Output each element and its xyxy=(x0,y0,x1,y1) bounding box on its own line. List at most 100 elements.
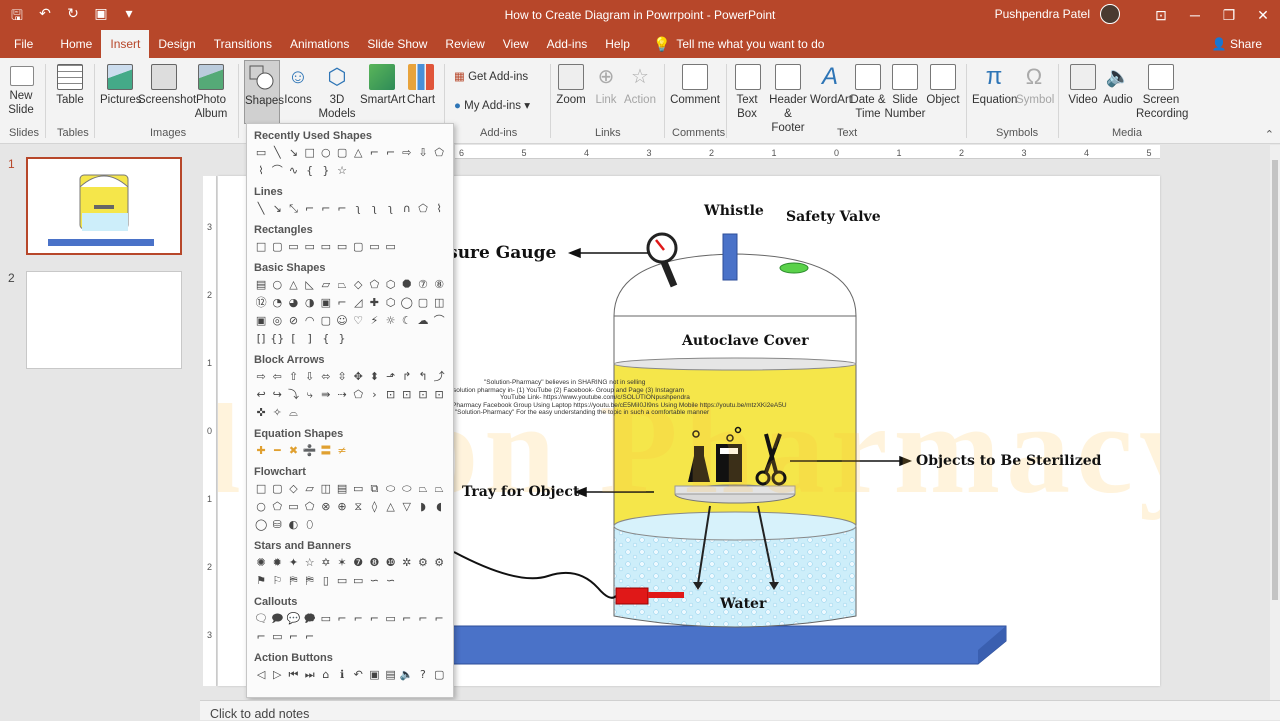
wordart-button[interactable]: A WordArt xyxy=(810,60,852,107)
shape-item[interactable]: ▢ xyxy=(318,313,334,329)
shape-item[interactable]: [ xyxy=(285,331,301,347)
shape-item[interactable]: ▭ xyxy=(269,629,285,645)
shape-item[interactable]: ↶ xyxy=(350,667,366,683)
tab-home[interactable]: Home xyxy=(51,30,101,58)
shape-item[interactable]: ⊕ xyxy=(334,499,350,515)
shape-item[interactable]: ⊡ xyxy=(399,387,415,403)
shape-item[interactable]: ▤ xyxy=(253,277,269,293)
shape-item[interactable]: ↪ xyxy=(269,387,285,403)
shape-item[interactable]: ▭ xyxy=(383,611,399,627)
shape-item[interactable]: ⛿ xyxy=(285,573,301,589)
shape-item[interactable]: 🗭 xyxy=(302,611,318,627)
shape-item[interactable]: ☆ xyxy=(302,555,318,571)
shape-item[interactable]: [] xyxy=(253,331,269,347)
shape-item[interactable]: ⑫ xyxy=(253,295,269,311)
shape-item[interactable]: ⇨ xyxy=(253,369,269,385)
shape-item[interactable]: ◖ xyxy=(431,499,447,515)
tab-design[interactable]: Design xyxy=(149,30,204,58)
shape-item[interactable]: ↩ xyxy=(253,387,269,403)
shape-item[interactable]: ✹ xyxy=(269,555,285,571)
shape-item[interactable]: ↰ xyxy=(415,369,431,385)
shape-item[interactable]: ⏮ xyxy=(285,667,301,683)
shape-item[interactable]: ⌐ xyxy=(334,201,350,217)
shape-item[interactable]: □ xyxy=(253,239,269,255)
shape-item[interactable]: ⌐ xyxy=(302,629,318,645)
photo-album-button[interactable]: Photo Album xyxy=(192,60,230,121)
shape-item[interactable]: ✲ xyxy=(399,555,415,571)
shape-item[interactable]: ⬠ xyxy=(302,499,318,515)
shape-item[interactable]: {} xyxy=(269,331,285,347)
shape-item[interactable]: ✖ xyxy=(285,443,301,459)
shape-item[interactable]: ] xyxy=(302,331,318,347)
shape-item[interactable]: ∽ xyxy=(383,573,399,589)
shape-item[interactable]: ▭ xyxy=(285,239,301,255)
shape-item[interactable]: ⯃ xyxy=(399,277,415,293)
shape-item[interactable]: ╲ xyxy=(269,145,285,161)
date-time-button[interactable]: Date & Time xyxy=(850,60,886,121)
shape-item[interactable]: ∽ xyxy=(366,573,382,589)
shape-item[interactable]: ◫ xyxy=(431,295,447,311)
shape-item[interactable]: ⌇ xyxy=(253,163,269,179)
shape-item[interactable]: ⬍ xyxy=(366,369,382,385)
shape-item[interactable]: ▭ xyxy=(253,145,269,161)
shape-item[interactable]: ⚙ xyxy=(431,555,447,571)
shape-item[interactable]: ⏭ xyxy=(302,667,318,683)
shape-item[interactable]: ◎ xyxy=(269,313,285,329)
shape-item[interactable]: ʅ xyxy=(383,201,399,217)
shape-item[interactable]: ▢ xyxy=(269,239,285,255)
shape-item[interactable]: { xyxy=(302,163,318,179)
shape-item[interactable]: ⌂ xyxy=(318,667,334,683)
shape-item[interactable]: ◁ xyxy=(253,667,269,683)
shape-item[interactable]: ╲ xyxy=(253,201,269,217)
tell-me-box[interactable]: 💡 Tell me what you want to do xyxy=(639,30,825,58)
shape-item[interactable]: ➗ xyxy=(302,443,318,459)
shape-item[interactable]: ◕ xyxy=(285,295,301,311)
shape-item[interactable]: 🗨 xyxy=(253,611,269,627)
shape-item[interactable]: ⇳ xyxy=(334,369,350,385)
shape-item[interactable]: ⑦ xyxy=(415,277,431,293)
shape-item[interactable]: ▭ xyxy=(285,499,301,515)
shape-item[interactable]: ▣ xyxy=(318,295,334,311)
shape-item[interactable]: ʅ xyxy=(366,201,382,217)
shape-item[interactable]: ▣ xyxy=(366,667,382,683)
shape-item[interactable]: } xyxy=(318,163,334,179)
shape-item[interactable]: ? xyxy=(415,667,431,683)
slide-number-button[interactable]: Slide Number xyxy=(884,60,926,121)
shape-item[interactable]: ☆ xyxy=(334,163,350,179)
tab-review[interactable]: Review xyxy=(436,30,493,58)
shape-item[interactable]: ⤡ xyxy=(285,201,301,217)
comment-button[interactable]: Comment xyxy=(670,60,720,107)
zoom-button[interactable]: Zoom xyxy=(556,60,586,107)
minimize-icon[interactable]: ─ xyxy=(1178,0,1212,30)
icons-button[interactable]: ☺ Icons xyxy=(282,60,314,107)
object-button[interactable]: Object xyxy=(926,60,960,107)
restore-icon[interactable]: ❐ xyxy=(1212,0,1246,30)
shape-item[interactable]: ⌇ xyxy=(431,201,447,217)
shape-item[interactable]: ⌐ xyxy=(366,611,382,627)
symbol-button[interactable]: Ω Symbol xyxy=(1016,60,1054,107)
shape-item[interactable]: ◺ xyxy=(302,277,318,293)
shape-item[interactable]: ▤ xyxy=(334,481,350,497)
shape-item[interactable]: ▢ xyxy=(269,481,285,497)
shape-item[interactable]: ⇧ xyxy=(285,369,301,385)
shape-item[interactable]: ⤷ xyxy=(302,387,318,403)
shape-item[interactable]: ⬭ xyxy=(383,481,399,497)
shape-item[interactable]: ⊗ xyxy=(318,499,334,515)
shape-item[interactable]: ⇨ xyxy=(399,145,415,161)
shape-item[interactable]: ⌒ xyxy=(269,163,285,179)
shape-item[interactable]: ▱ xyxy=(318,277,334,293)
screenshot-button[interactable]: Screenshot xyxy=(138,60,196,107)
shape-item[interactable]: ⊡ xyxy=(431,387,447,403)
shape-item[interactable]: ℹ xyxy=(334,667,350,683)
shape-item[interactable]: ☼ xyxy=(383,313,399,329)
shape-item[interactable]: ▣ xyxy=(253,313,269,329)
shape-item[interactable]: ↘ xyxy=(269,201,285,217)
shape-item[interactable]: □ xyxy=(302,145,318,161)
pictures-button[interactable]: Pictures xyxy=(100,60,142,107)
shape-item[interactable]: ✦ xyxy=(285,555,301,571)
shape-item[interactable]: ❼ xyxy=(350,555,366,571)
shape-item[interactable]: ▭ xyxy=(350,481,366,497)
action-button[interactable]: ☆ Action xyxy=(624,60,656,107)
user-name[interactable]: Pushpendra Patel xyxy=(995,7,1090,21)
shape-item[interactable]: △ xyxy=(285,277,301,293)
